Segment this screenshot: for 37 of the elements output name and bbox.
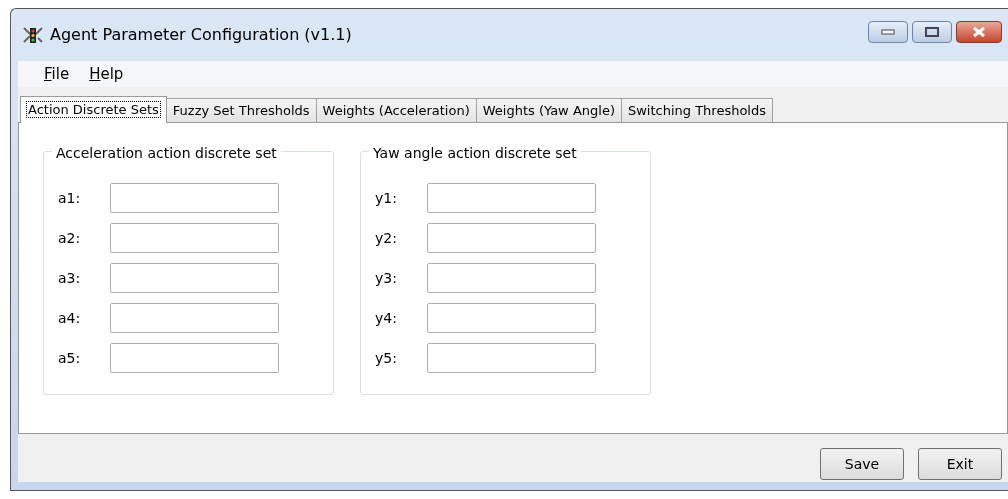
input-field[interactable] bbox=[427, 303, 596, 333]
tab[interactable]: Switching Thresholds bbox=[620, 98, 773, 122]
menu-item[interactable]: Help bbox=[89, 62, 124, 86]
maximize-icon bbox=[925, 27, 939, 37]
input-field[interactable] bbox=[110, 183, 279, 213]
tab[interactable]: Action Discrete Sets bbox=[20, 96, 167, 123]
input-field[interactable] bbox=[110, 223, 279, 253]
field-label: y5: bbox=[375, 348, 398, 368]
field-label: a2: bbox=[58, 228, 82, 248]
close-button[interactable] bbox=[956, 21, 1002, 43]
tab[interactable]: Weights (Yaw Angle) bbox=[475, 98, 622, 122]
field-label: y3: bbox=[375, 268, 398, 288]
input-field[interactable] bbox=[110, 263, 279, 293]
input-field[interactable] bbox=[110, 343, 279, 373]
minimize-button[interactable] bbox=[868, 21, 908, 43]
field-label: a5: bbox=[58, 348, 82, 368]
field-label: a3: bbox=[58, 268, 82, 288]
exit-button[interactable]: Exit bbox=[918, 448, 1002, 480]
input-field[interactable] bbox=[427, 183, 596, 213]
input-field[interactable] bbox=[110, 303, 279, 333]
menu-item[interactable]: File bbox=[44, 62, 70, 86]
close-icon bbox=[971, 26, 987, 38]
field-label: y2: bbox=[375, 228, 398, 248]
tab[interactable]: Weights (Acceleration) bbox=[315, 98, 477, 122]
field-label: y1: bbox=[375, 188, 398, 208]
window-title: Agent Parameter Configuration (v1.1) bbox=[50, 24, 352, 46]
save-button[interactable]: Save bbox=[820, 448, 904, 480]
input-field[interactable] bbox=[427, 343, 596, 373]
traffic-light-icon bbox=[22, 26, 44, 44]
input-field[interactable] bbox=[427, 263, 596, 293]
field-label: a1: bbox=[58, 188, 82, 208]
maximize-button[interactable] bbox=[912, 21, 952, 43]
field-label: a4: bbox=[58, 308, 82, 328]
field-label: y4: bbox=[375, 308, 398, 328]
tab[interactable]: Fuzzy Set Thresholds bbox=[165, 98, 317, 122]
input-field[interactable] bbox=[427, 223, 596, 253]
minimize-icon bbox=[881, 29, 895, 35]
